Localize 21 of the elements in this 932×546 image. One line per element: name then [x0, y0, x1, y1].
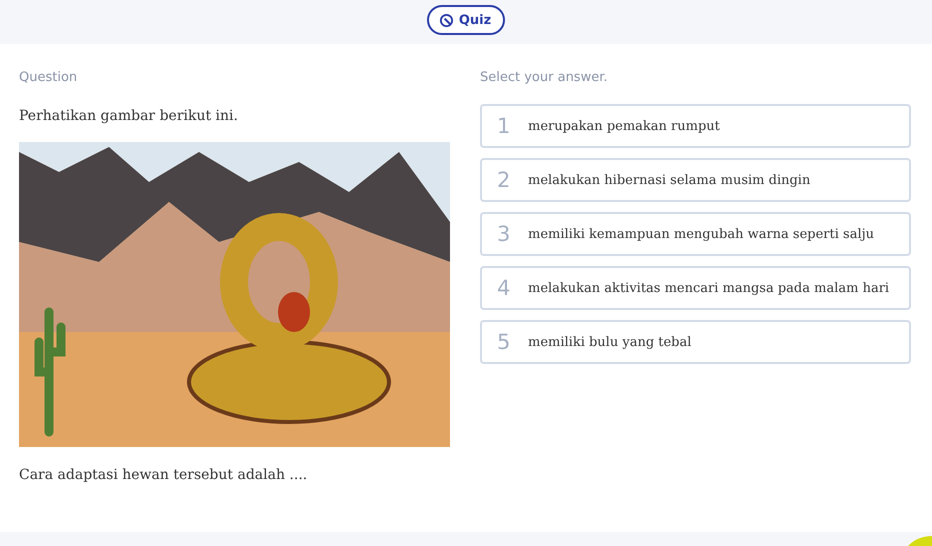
option-number: 4: [497, 276, 512, 300]
option-number: 3: [497, 222, 512, 246]
option-number: 2: [497, 168, 512, 192]
option-number: 1: [497, 114, 512, 138]
answer-option[interactable]: 5 memiliki bulu yang tebal: [480, 320, 911, 364]
answer-option[interactable]: 2 melakukan hibernasi selama musim dingin: [480, 158, 911, 202]
quiz-button[interactable]: Quiz: [426, 5, 506, 35]
option-text: memiliki kemampuan mengubah warna seperti salju: [528, 226, 874, 242]
option-text: memiliki bulu yang tebal: [528, 334, 692, 350]
answer-option[interactable]: 3 memiliki kemampuan mengubah warna seperti salju: [480, 212, 911, 256]
option-text: melakukan aktivitas mencari mangsa pada malam hari: [528, 280, 890, 296]
answer-option[interactable]: 4 melakukan aktivitas mencari mangsa pada malam hari: [480, 266, 911, 310]
quiz-icon: [438, 12, 454, 28]
answer-option[interactable]: 1 merupakan pemakan rumput: [480, 104, 911, 148]
option-number: 5: [497, 330, 512, 354]
question-label: Question: [19, 70, 78, 86]
option-text: melakukan hibernasi selama musim dingin: [528, 172, 810, 188]
option-text: merupakan pemakan rumput: [528, 118, 720, 134]
question-prompt: Cara adaptasi hewan tersebut adalah ....: [19, 467, 308, 483]
answer-instruction: Select your answer.: [480, 70, 608, 86]
question-text: Perhatikan gambar berikut ini.: [19, 108, 239, 124]
